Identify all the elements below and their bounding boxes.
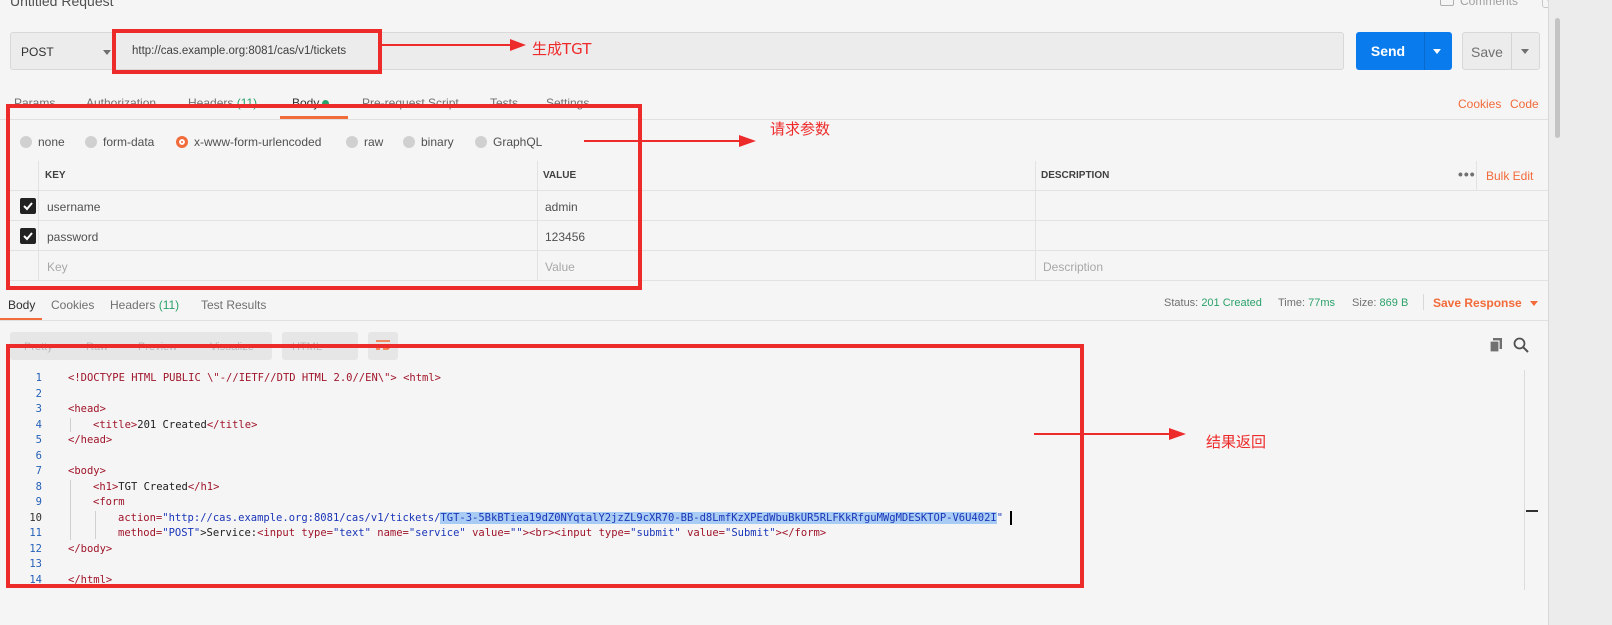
comments-label[interactable]: Comments bbox=[1460, 0, 1518, 8]
comment-icon[interactable] bbox=[1440, 0, 1454, 6]
divider bbox=[0, 320, 1548, 321]
column-divider bbox=[1035, 161, 1036, 281]
size-value: 869 B bbox=[1379, 297, 1409, 309]
save-label: Save bbox=[1471, 44, 1503, 60]
bulk-edit-link[interactable]: Bulk Edit bbox=[1486, 169, 1533, 183]
annotation-box-result bbox=[6, 344, 1084, 588]
save-options-chevron-icon[interactable] bbox=[1521, 49, 1529, 54]
window-scrollbar[interactable] bbox=[1548, 0, 1612, 625]
time-value: 77ms bbox=[1308, 297, 1336, 309]
time-label: Time: bbox=[1278, 297, 1306, 309]
code-scrollbar[interactable] bbox=[1524, 370, 1538, 590]
send-options-chevron-icon[interactable] bbox=[1433, 49, 1441, 54]
annotation-box-params bbox=[6, 104, 642, 290]
save-divider bbox=[1511, 33, 1512, 69]
save-response-label: Save Response bbox=[1433, 296, 1522, 310]
status-value: 201 Created bbox=[1201, 297, 1262, 309]
response-tab-cookies[interactable]: Cookies bbox=[51, 298, 94, 312]
cookies-link[interactable]: Cookies bbox=[1458, 97, 1501, 111]
response-tab-headers[interactable]: Headers (11) bbox=[110, 298, 179, 312]
size-info: Size: 869 B bbox=[1352, 297, 1408, 309]
response-tab-test-results[interactable]: Test Results bbox=[201, 298, 266, 312]
annotation-box-url bbox=[112, 29, 382, 74]
annotation-label-result: 结果返回 bbox=[1206, 433, 1267, 451]
method-select[interactable]: POST bbox=[10, 32, 114, 70]
chevron-down-icon bbox=[103, 50, 111, 55]
more-options-icon[interactable]: ••• bbox=[1458, 166, 1476, 182]
response-tab-headers-label: Headers bbox=[110, 298, 156, 312]
chevron-down-icon bbox=[1529, 301, 1538, 306]
copy-icon[interactable] bbox=[1488, 337, 1504, 353]
method-value: POST bbox=[21, 45, 54, 59]
title-strip: Untitled Request Comments 0 bbox=[0, 0, 1612, 14]
annotation-label-params: 请求参数 bbox=[770, 120, 831, 138]
save-button[interactable]: Save bbox=[1462, 32, 1540, 70]
send-button[interactable]: Send bbox=[1356, 32, 1452, 70]
time-info: Time: 77ms bbox=[1278, 297, 1335, 309]
send-label: Send bbox=[1370, 43, 1406, 59]
annotation-label-url: 生成TGT bbox=[532, 40, 592, 58]
new-description-input[interactable]: Description bbox=[1043, 260, 1103, 274]
code-link[interactable]: Code bbox=[1510, 97, 1539, 111]
response-tab-headers-count: (11) bbox=[158, 298, 180, 312]
arrow-icon bbox=[584, 135, 756, 147]
size-label: Size: bbox=[1352, 297, 1377, 309]
scroll-position-marker bbox=[1526, 510, 1538, 512]
scrollbar-thumb[interactable] bbox=[1555, 18, 1560, 138]
arrow-icon bbox=[380, 39, 526, 51]
request-title[interactable]: Untitled Request bbox=[10, 0, 114, 9]
arrow-icon bbox=[1034, 428, 1186, 440]
description-column-header: DESCRIPTION bbox=[1041, 170, 1110, 181]
divider bbox=[1423, 294, 1424, 310]
save-response-button[interactable]: Save Response bbox=[1433, 296, 1538, 310]
search-icon[interactable] bbox=[1513, 337, 1529, 353]
column-divider bbox=[1476, 161, 1477, 191]
send-divider bbox=[1424, 32, 1425, 70]
response-tab-body[interactable]: Body bbox=[8, 298, 35, 312]
status-label: Status: bbox=[1164, 297, 1199, 309]
status-info: Status: 201 Created bbox=[1164, 297, 1262, 309]
